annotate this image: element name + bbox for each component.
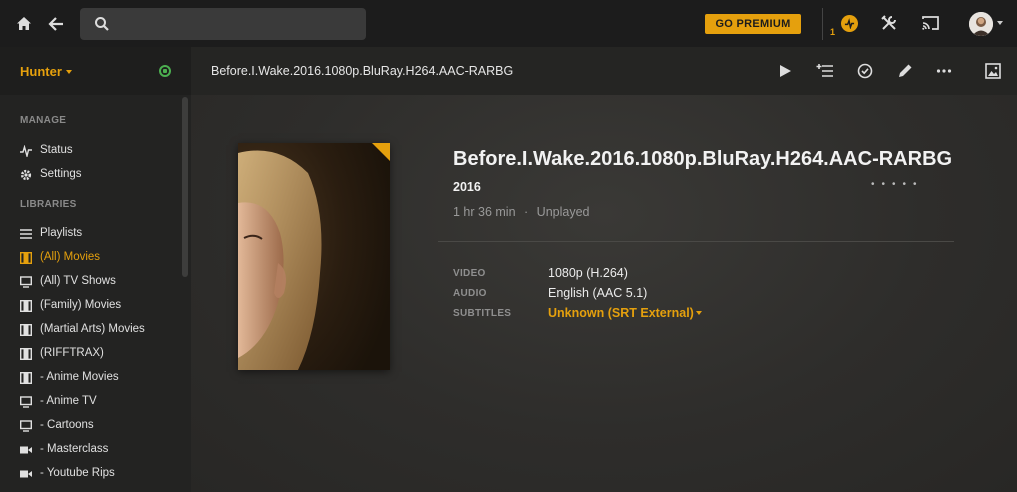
- camera-icon: [20, 468, 32, 480]
- background-image-icon[interactable]: [985, 63, 1001, 79]
- video-value: 1080p (H.264): [548, 266, 628, 280]
- sidebar-item-label: (All) TV Shows: [40, 275, 116, 287]
- sidebar-item-label: (Martial Arts) Movies: [40, 323, 145, 335]
- audio-value: English (AAC 5.1): [548, 286, 648, 300]
- movie-meta: 1 hr 36 min · Unplayed: [453, 205, 590, 219]
- sidebar-item-label: - Cartoons: [40, 419, 94, 431]
- search-box[interactable]: [80, 8, 366, 40]
- back-arrow-icon[interactable]: [47, 15, 65, 33]
- list-icon: [20, 228, 32, 240]
- sidebar-item-masterclass[interactable]: - Masterclass: [0, 439, 180, 461]
- movie-duration: 1 hr 36 min: [453, 205, 516, 219]
- unwatched-corner-badge: [372, 143, 390, 161]
- movie-title: Before.I.Wake.2016.1080p.BluRay.H264.AAC…: [453, 148, 953, 170]
- mark-watched-icon[interactable]: [857, 63, 873, 79]
- subtitles-dropdown[interactable]: Unknown (SRT External): [548, 306, 694, 320]
- server-name[interactable]: Hunter: [20, 64, 62, 79]
- chevron-down-icon[interactable]: [66, 70, 72, 74]
- sidebar-item-label: Playlists: [40, 227, 83, 239]
- film-icon: [19, 323, 33, 337]
- sidebar-item-label: - Anime TV: [40, 395, 97, 407]
- activity-icon[interactable]: [841, 15, 858, 32]
- cast-icon[interactable]: [920, 14, 940, 32]
- tools-icon[interactable]: [880, 14, 898, 32]
- section-label-manage: MANAGE: [20, 115, 67, 126]
- sidebar-item-label: - Anime Movies: [40, 371, 119, 383]
- sidebar-item-martial-arts-movies[interactable]: (Martial Arts) Movies: [0, 319, 180, 341]
- page-title: Before.I.Wake.2016.1080p.BluRay.H264.AAC…: [211, 64, 514, 78]
- sidebar-item-label: (RIFFTRAX): [40, 347, 104, 359]
- toolbar-divider: [822, 8, 823, 40]
- sidebar-item-anime-tv[interactable]: - Anime TV: [0, 391, 180, 413]
- sidebar-item-label: (Family) Movies: [40, 299, 122, 311]
- add-to-queue-icon[interactable]: [816, 63, 833, 79]
- gear-icon: [20, 169, 32, 181]
- sidebar-item-label: - Youtube Rips: [40, 467, 115, 479]
- sidebar-item-rifftrax[interactable]: (RIFFTRAX): [0, 343, 180, 365]
- sidebar-item-cartoons[interactable]: - Cartoons: [0, 415, 180, 437]
- sidebar-item-label: Status: [40, 144, 73, 156]
- top-bar: GO PREMIUM 1: [0, 0, 1017, 47]
- sidebar-item-all-tv-shows[interactable]: (All) TV Shows: [0, 271, 180, 293]
- play-icon[interactable]: [777, 63, 793, 79]
- audio-label: AUDIO: [453, 288, 487, 299]
- sidebar-item-label: (All) Movies: [40, 251, 101, 263]
- play-state: Unplayed: [536, 205, 590, 219]
- sidebar-item-playlists[interactable]: Playlists: [0, 223, 180, 245]
- chevron-down-icon[interactable]: [696, 311, 702, 315]
- search-input[interactable]: [120, 8, 360, 40]
- chevron-down-icon[interactable]: [997, 21, 1003, 25]
- section-label-libraries: LIBRARIES: [20, 199, 77, 210]
- meta-separator: ·: [524, 205, 529, 219]
- video-label: VIDEO: [453, 268, 486, 279]
- more-options-icon[interactable]: [936, 63, 952, 79]
- content-header: Before.I.Wake.2016.1080p.BluRay.H264.AAC…: [191, 47, 1017, 95]
- film-icon: [19, 371, 33, 385]
- film-icon: [19, 347, 33, 361]
- sidebar-scrollbar[interactable]: [182, 97, 188, 277]
- pulse-icon: [20, 144, 32, 159]
- user-avatar[interactable]: [969, 12, 993, 36]
- film-icon: [19, 251, 33, 265]
- sidebar-item-status[interactable]: Status: [0, 140, 180, 162]
- subtitles-label: SUBTITLES: [453, 308, 512, 319]
- sidebar-item-label: - Masterclass: [40, 443, 109, 455]
- search-icon: [94, 16, 110, 32]
- go-premium-button[interactable]: GO PREMIUM: [705, 14, 801, 34]
- movie-year: 2016: [453, 180, 481, 194]
- sidebar-item-settings[interactable]: Settings: [0, 164, 180, 186]
- sidebar-item-youtube-rips[interactable]: - Youtube Rips: [0, 463, 180, 485]
- main-content: Before.I.Wake.2016.1080p.BluRay.H264.AAC…: [191, 95, 1017, 492]
- film-icon: [19, 299, 33, 313]
- sidebar-item-label: Settings: [40, 168, 82, 180]
- home-icon[interactable]: [15, 15, 33, 33]
- edit-pencil-icon[interactable]: [897, 63, 913, 79]
- tv-icon: [19, 276, 33, 288]
- tv-icon: [19, 420, 33, 432]
- sidebar-item-all-movies[interactable]: (All) Movies: [0, 247, 180, 269]
- server-online-icon: [159, 65, 171, 77]
- activity-count-badge: 1: [830, 27, 836, 37]
- rating-dots[interactable]: •••••: [871, 179, 924, 190]
- tv-icon: [19, 396, 33, 408]
- sidebar-item-family-movies[interactable]: (Family) Movies: [0, 295, 180, 317]
- server-selector[interactable]: Hunter: [0, 47, 191, 95]
- divider: [438, 241, 954, 242]
- sidebar: Hunter MANAGE Status Settings LIBRARIES …: [0, 47, 191, 492]
- camera-icon: [20, 444, 32, 456]
- sidebar-item-anime-movies[interactable]: - Anime Movies: [0, 367, 180, 389]
- movie-poster[interactable]: [238, 143, 390, 370]
